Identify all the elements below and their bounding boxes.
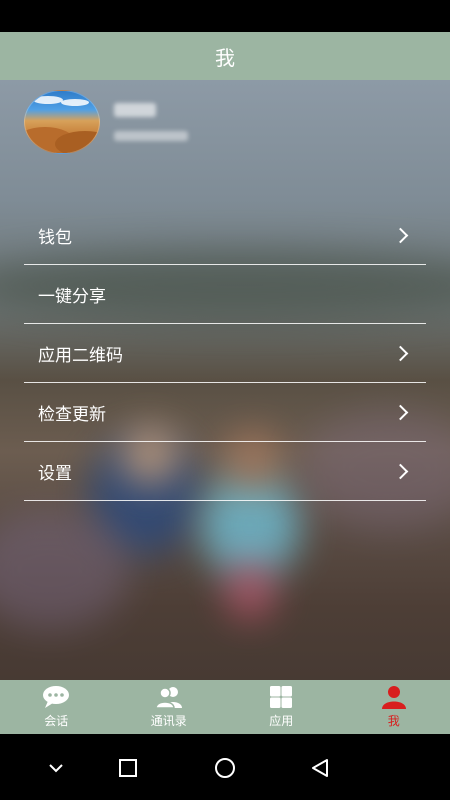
tab-label: 我 (387, 714, 400, 728)
menu-item-label: 设置 (38, 463, 72, 484)
chevron-right-icon (392, 227, 409, 243)
tab-contacts[interactable]: 通讯录 (113, 680, 226, 734)
bottom-tab-bar: 会话 通讯录 应用 我 (0, 680, 450, 734)
menu-item-label: 一键分享 (38, 286, 106, 307)
menu-item-label: 钱包 (38, 227, 72, 248)
chat-bubble-icon (43, 686, 70, 708)
settings-menu: 钱包 一键分享 应用二维码 检查更新 设置 (24, 206, 426, 501)
menu-item-label: 应用二维码 (38, 345, 123, 366)
background-blur (225, 560, 275, 620)
menu-item-label: 检查更新 (38, 404, 106, 425)
chevron-right-icon (392, 463, 409, 479)
tab-chats[interactable]: 会话 (0, 680, 113, 734)
chevron-right-icon (392, 404, 409, 420)
chevron-right-icon (392, 345, 409, 361)
tab-label: 应用 (269, 714, 294, 728)
person-icon (381, 686, 406, 709)
menu-item-check-update[interactable]: 检查更新 (24, 383, 426, 442)
tab-label: 会话 (44, 714, 69, 728)
recent-apps-icon[interactable] (116, 756, 140, 780)
status-bar (0, 0, 450, 32)
profile-text (114, 103, 188, 141)
menu-item-wallet[interactable]: 钱包 (24, 206, 426, 265)
avatar-cloud (33, 96, 63, 104)
title-bar: 我 (0, 32, 450, 80)
tab-label: 通讯录 (150, 714, 187, 728)
account-id-redacted (114, 131, 188, 141)
back-icon[interactable] (308, 756, 332, 780)
apps-grid-icon (270, 686, 293, 708)
menu-item-qr-code[interactable]: 应用二维码 (24, 324, 426, 383)
home-icon[interactable] (213, 756, 237, 780)
avatar[interactable] (24, 90, 100, 154)
back-chevron-icon[interactable] (44, 756, 68, 780)
contacts-icon (154, 687, 182, 709)
profile-header[interactable] (24, 90, 188, 154)
system-navigation-bar (0, 734, 450, 800)
username-redacted (114, 103, 156, 117)
tab-me[interactable]: 我 (338, 680, 450, 734)
profile-content: 钱包 一键分享 应用二维码 检查更新 设置 (0, 80, 450, 680)
menu-item-share[interactable]: 一键分享 (24, 265, 426, 324)
avatar-cloud (61, 99, 89, 106)
avatar-dune (55, 131, 99, 153)
page-title: 我 (215, 45, 235, 70)
tab-apps[interactable]: 应用 (225, 680, 338, 734)
menu-item-settings[interactable]: 设置 (24, 442, 426, 501)
